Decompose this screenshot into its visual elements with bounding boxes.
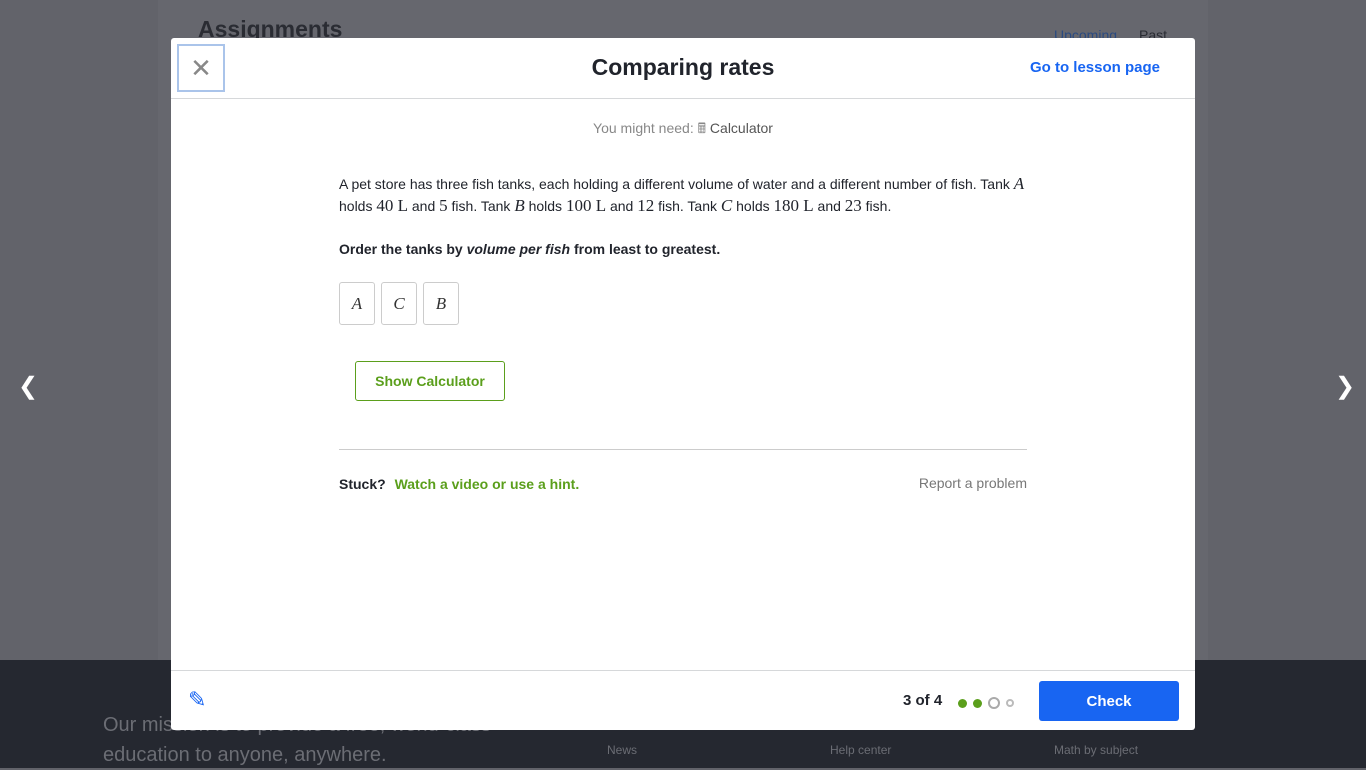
sortable-tile[interactable]: A [339, 282, 375, 325]
progress-dot-complete [973, 698, 982, 708]
question: Order the tanks by volume per fish from … [339, 241, 721, 257]
modal-header: ✕ Comparing rates Go to lesson page [171, 38, 1195, 99]
sortable-tile[interactable]: B [423, 282, 459, 325]
progress-dot-pending [1006, 699, 1014, 707]
progress-dots [958, 697, 1014, 709]
hint-link[interactable]: Watch a video or use a hint. [395, 476, 580, 492]
divider [339, 449, 1027, 450]
might-need-label: You might need: [593, 120, 694, 136]
progress-dot-complete [958, 698, 967, 708]
footer-link-math[interactable]: Math by subject [1054, 743, 1138, 757]
sortable-tiles: A C B [339, 282, 1027, 325]
bottom-bar: ✎ 3 of 4 Check [171, 670, 1195, 730]
exercise-modal: ✕ Comparing rates Go to lesson page You … [171, 38, 1195, 730]
report-problem-link[interactable]: Report a problem [919, 475, 1027, 491]
progress-dot-current [988, 697, 1000, 709]
stuck-label: Stuck? [339, 476, 386, 492]
next-arrow-icon[interactable]: ❯ [1335, 372, 1355, 401]
show-calculator-button[interactable]: Show Calculator [355, 361, 505, 401]
progress-count: 3 of 4 [903, 692, 943, 709]
check-button[interactable]: Check [1039, 681, 1179, 721]
problem-content: A pet store has three fish tanks, each h… [339, 173, 1027, 325]
footer-link-help[interactable]: Help center [830, 743, 891, 757]
footer-link-news[interactable]: News [607, 743, 637, 757]
calculator-icon: 🖩 [697, 120, 707, 136]
previous-arrow-icon[interactable]: ❮ [18, 372, 38, 401]
calculator-label: Calculator [709, 120, 773, 136]
sortable-tile[interactable]: C [381, 282, 417, 325]
might-need: You might need: 🖩 Calculator [171, 118, 1195, 142]
scratchpad-pencil-icon[interactable]: ✎ [188, 687, 206, 713]
stuck-section: Stuck? Watch a video or use a hint. [339, 476, 579, 492]
problem-text: A pet store has three fish tanks, each h… [339, 174, 1025, 215]
lesson-page-link[interactable]: Go to lesson page [1030, 59, 1160, 76]
